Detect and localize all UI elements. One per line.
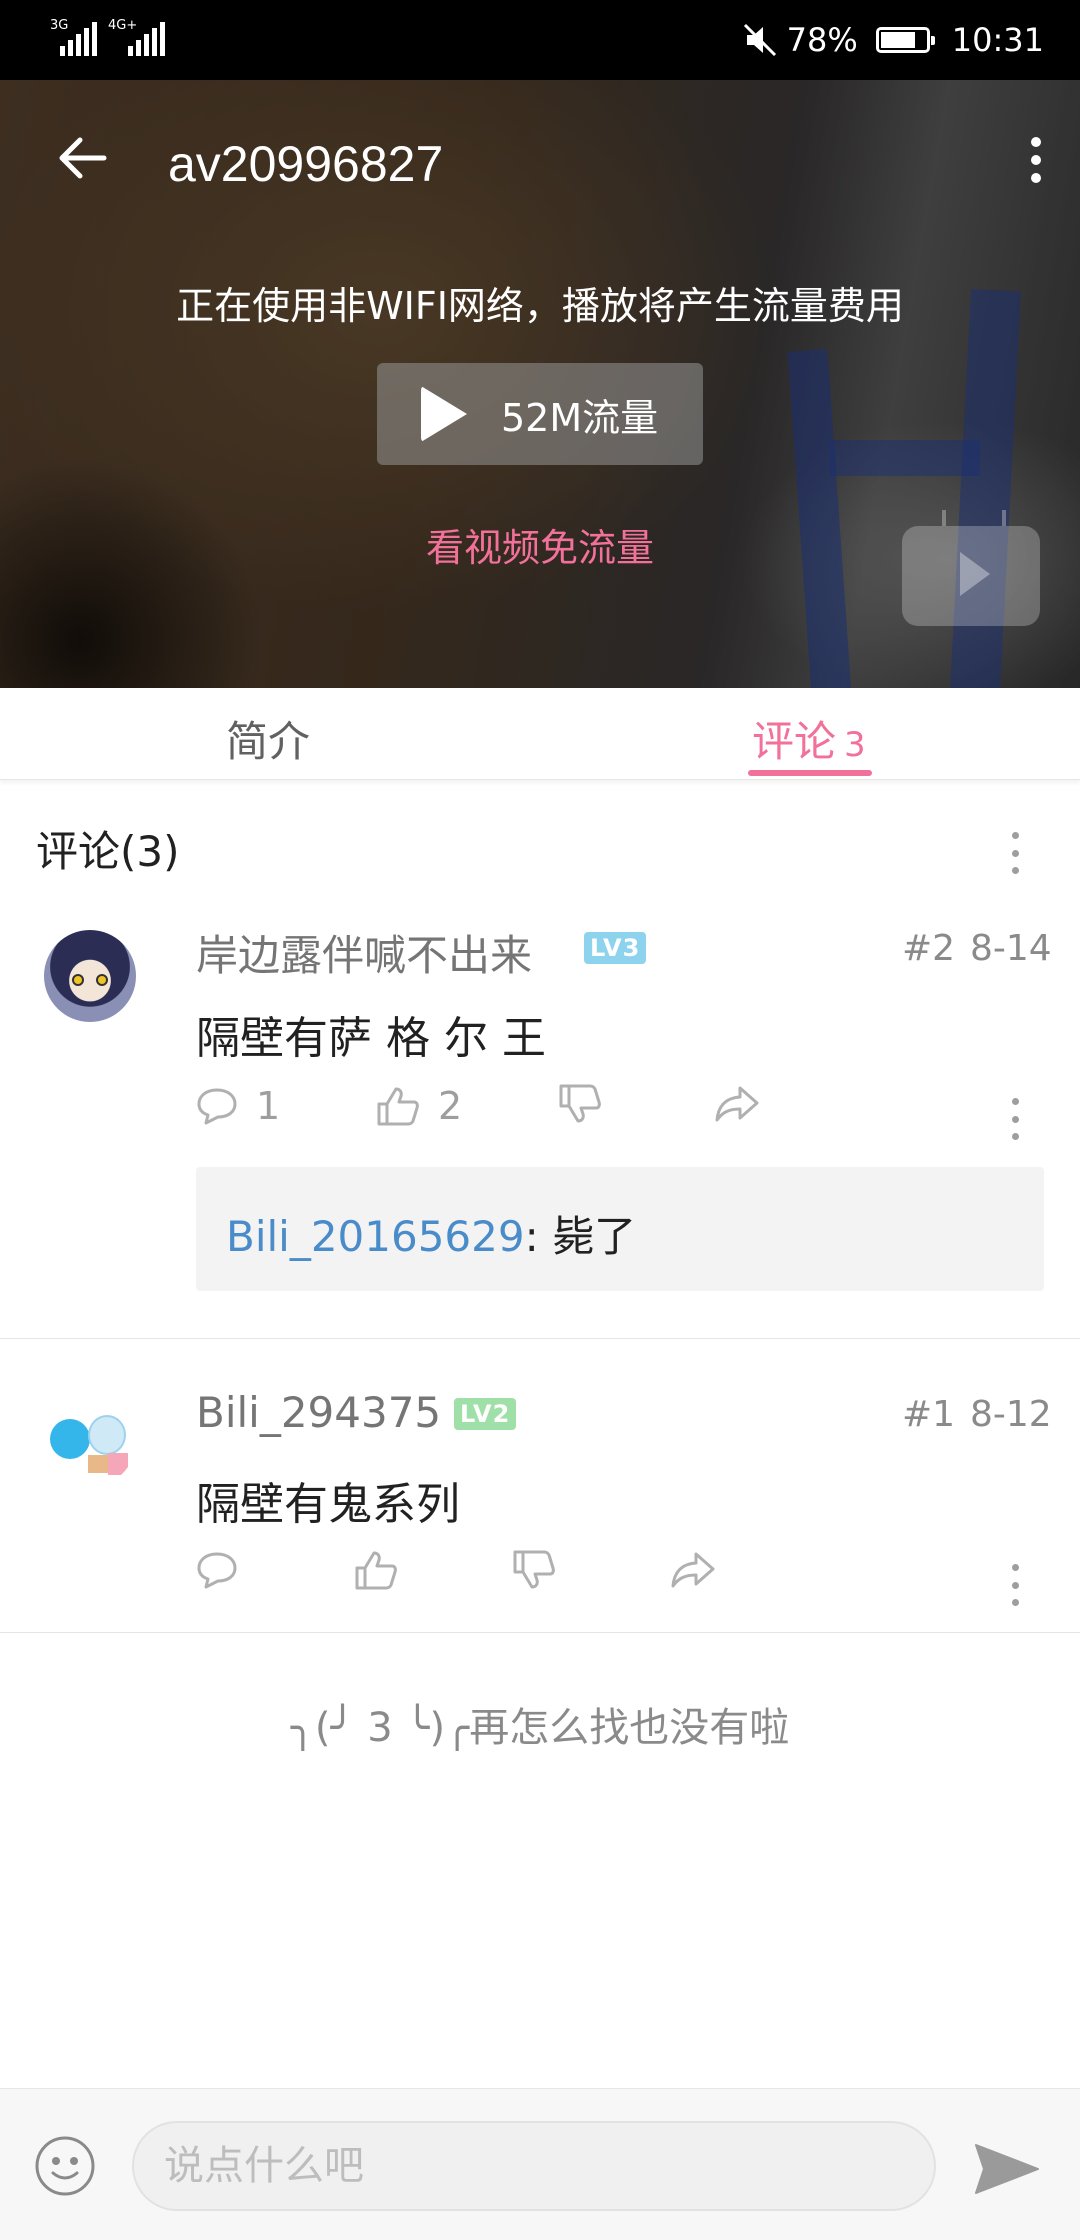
- reply-action[interactable]: 1: [196, 1084, 280, 1128]
- like-action-2[interactable]: [354, 1550, 398, 1590]
- reply-separator: :: [524, 1212, 553, 1261]
- comment-actions-2: [196, 1550, 1080, 1610]
- free-data-link[interactable]: 看视频免流量: [0, 517, 1080, 572]
- back-arrow-icon[interactable]: [54, 128, 114, 188]
- comment-date: 8-14: [970, 928, 1052, 969]
- signal-icon-2: [128, 22, 165, 56]
- level-badge: LV3: [584, 932, 647, 964]
- comment-actions: 1 2: [196, 1084, 1080, 1144]
- tab-bar: 简介 评论 3: [0, 688, 1080, 780]
- end-of-comments-text: ╮(╯ 3 ╰)╭再怎么找也没有啦: [290, 1705, 790, 1751]
- clock: 10:31: [951, 21, 1044, 59]
- battery-percent: 78%: [786, 21, 858, 59]
- comment-input-bar: 说点什么吧: [0, 2088, 1080, 2240]
- avatar-2[interactable]: [44, 1395, 136, 1487]
- dislike-action-2[interactable]: [512, 1550, 556, 1590]
- like-count: 2: [438, 1084, 463, 1128]
- comment-more-icon-2[interactable]: [1010, 1564, 1020, 1606]
- tab-comments[interactable]: 评论 3: [752, 708, 866, 769]
- comment-floor-2: #1: [902, 1394, 956, 1435]
- share-arrow-icon: [671, 1552, 715, 1588]
- share-action[interactable]: [714, 1084, 760, 1124]
- comment-username-2[interactable]: Bili_294375: [196, 1388, 441, 1437]
- comment-username[interactable]: 岸边露伴喊不出来: [196, 922, 532, 983]
- more-vertical-icon[interactable]: [1016, 130, 1056, 190]
- comment-text-2: 隔壁有鬼系列: [196, 1479, 460, 1530]
- comments-header: 评论(3): [36, 827, 180, 876]
- avatar[interactable]: [44, 930, 136, 1022]
- play-button-label: 52M流量: [501, 395, 659, 440]
- reply-text: 毙了: [552, 1212, 637, 1261]
- comment-text: 隔壁有萨 格 尔 王: [196, 1013, 546, 1064]
- comment-divider-2: [0, 1632, 1080, 1633]
- level-badge-2: LV2: [454, 1398, 517, 1430]
- thumbs-up-icon: [377, 1087, 419, 1126]
- comment-bubble-icon: [197, 1088, 237, 1125]
- tab-comments-count: 3: [844, 725, 866, 765]
- play-with-data-button[interactable]: 52M流量: [377, 363, 703, 465]
- signal-icon: [60, 22, 97, 56]
- reply-username[interactable]: Bili_20165629: [226, 1212, 525, 1261]
- comment-date-2: 8-12: [970, 1394, 1052, 1435]
- thumbs-up-icon: [355, 1551, 397, 1590]
- tab-intro[interactable]: 简介: [226, 708, 310, 769]
- play-icon: [421, 386, 467, 442]
- thumbs-down-icon: [559, 1084, 601, 1123]
- status-right: 78% 10:31: [743, 0, 1044, 80]
- reply-count: 1: [256, 1084, 281, 1128]
- thumbs-down-icon: [513, 1550, 555, 1589]
- reply-action-2[interactable]: [196, 1550, 238, 1590]
- tab-active-indicator: [748, 770, 872, 776]
- comment-input[interactable]: 说点什么吧: [132, 2121, 936, 2211]
- comment-floor: #2: [902, 928, 956, 969]
- reply-preview[interactable]: Bili_20165629: 毙了: [196, 1167, 1044, 1291]
- video-title: av20996827: [168, 136, 444, 192]
- video-top-bar: av20996827: [0, 80, 1080, 250]
- comment-divider: [0, 1338, 1080, 1339]
- reply-line: Bili_20165629: 毙了: [226, 1203, 636, 1264]
- mute-icon: [743, 23, 776, 57]
- dislike-action[interactable]: [558, 1084, 602, 1124]
- like-action[interactable]: 2: [376, 1084, 462, 1128]
- emoji-icon[interactable]: [34, 2135, 96, 2197]
- send-icon[interactable]: [972, 2139, 1042, 2199]
- comment-bubble-icon: [197, 1552, 237, 1589]
- comments-more-icon[interactable]: [1010, 832, 1020, 874]
- battery-icon: [875, 27, 935, 53]
- share-action-2[interactable]: [670, 1550, 716, 1590]
- tab-comments-label: 评论: [752, 717, 837, 766]
- data-usage-warning: 正在使用非WIFI网络，播放将产生流量费用: [176, 284, 904, 328]
- status-bar: 3G 4G+ 78% 10:31: [0, 0, 1080, 80]
- share-arrow-icon: [715, 1086, 759, 1122]
- comment-more-icon[interactable]: [1010, 1098, 1020, 1140]
